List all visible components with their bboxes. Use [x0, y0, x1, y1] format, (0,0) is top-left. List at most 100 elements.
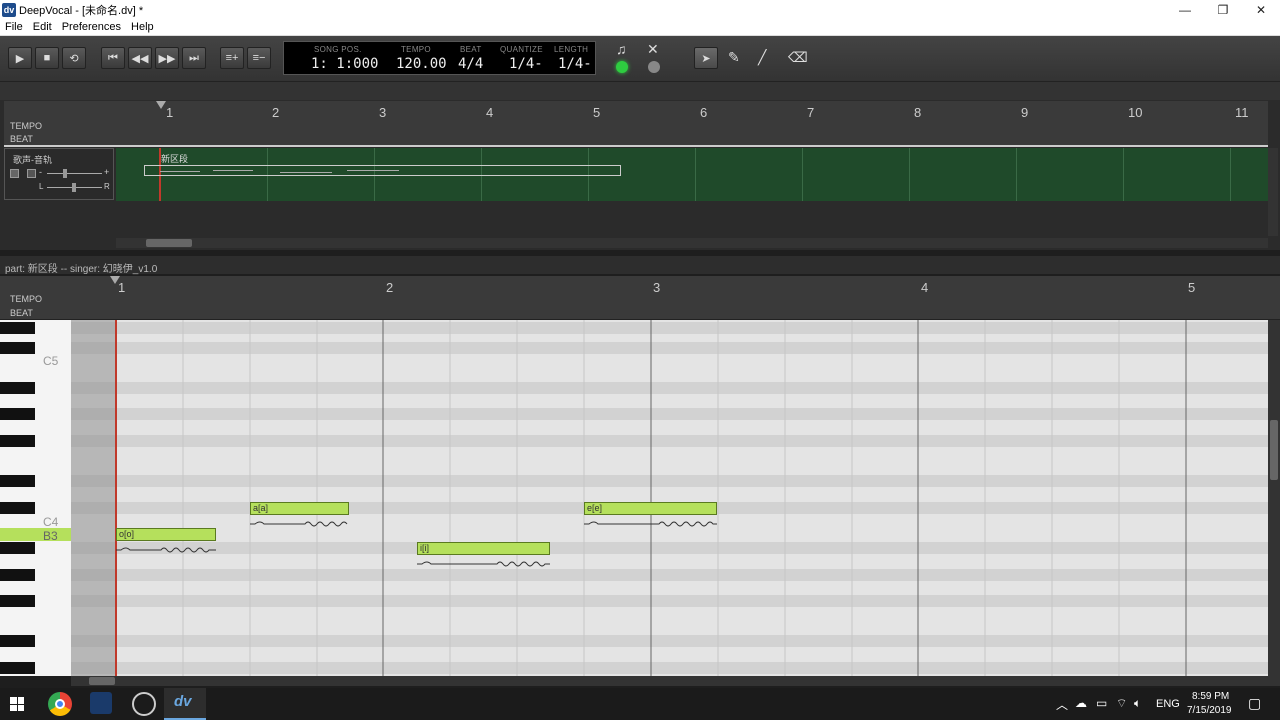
app-icon: dv: [2, 2, 16, 17]
pan-thumb[interactable]: [72, 183, 76, 192]
pr-vscroll-thumb[interactable]: [1270, 420, 1278, 480]
metronome-note-icon[interactable]: ♫: [616, 41, 627, 57]
tempo-row-label: TEMPO: [10, 121, 43, 131]
song-pos-value[interactable]: 1: 1:000: [311, 56, 378, 72]
vibrato-curve-a[interactable]: [250, 518, 349, 528]
vibrato-curve-e[interactable]: [584, 518, 717, 528]
black-key[interactable]: [0, 342, 35, 354]
clock-date[interactable]: 7/15/2019: [1187, 705, 1232, 716]
arrange-hscroll[interactable]: [116, 238, 1268, 248]
track-header[interactable]: 歌声-音轨 - + L R: [4, 148, 114, 200]
chrome-icon[interactable]: [48, 692, 72, 716]
piano-roll-ruler[interactable]: TEMPO BEAT 1 2 3 4 5: [0, 276, 1280, 320]
solo-toggle[interactable]: [27, 169, 36, 178]
black-key[interactable]: [0, 502, 35, 514]
key-label-c4: C4: [43, 515, 59, 529]
black-key[interactable]: [0, 322, 35, 334]
notification-icon[interactable]: ▢: [1248, 695, 1261, 712]
black-key[interactable]: [0, 382, 35, 394]
wifi-icon[interactable]: ⌔: [1116, 696, 1127, 711]
track-name[interactable]: 歌声-音轨: [13, 153, 52, 166]
part-note-preview: [347, 170, 399, 171]
deepvocal-taskbar-button[interactable]: dv: [164, 688, 206, 720]
loop-button[interactable]: ⟲: [62, 47, 86, 69]
volume-thumb[interactable]: [63, 169, 67, 178]
onedrive-icon[interactable]: ☁: [1075, 696, 1087, 710]
snap-led-icon[interactable]: [648, 61, 660, 73]
select-tool-button[interactable]: ➤: [694, 47, 718, 69]
show-hidden-icons-icon[interactable]: ︿: [1056, 696, 1068, 713]
key-label-c5: C5: [43, 354, 59, 368]
app-launcher-icon[interactable]: [90, 692, 112, 714]
pr-hscroll-thumb[interactable]: [89, 677, 115, 685]
play-button[interactable]: ▶: [8, 47, 32, 69]
eraser-icon[interactable]: ⌫: [788, 49, 808, 66]
menu-preferences[interactable]: Preferences: [57, 21, 126, 33]
fast-forward-button[interactable]: ▶▶: [155, 47, 179, 69]
stop-button[interactable]: ■: [35, 47, 59, 69]
note-o[interactable]: o[o]: [116, 528, 216, 541]
piano-roll-hscroll[interactable]: [71, 676, 1280, 686]
arrange-header: [0, 82, 1280, 100]
rewind-icon: ◀◀: [131, 52, 149, 65]
black-key[interactable]: [0, 635, 35, 647]
volume-slider[interactable]: [47, 173, 102, 174]
add-track-button[interactable]: ≡+: [220, 47, 244, 69]
playhead-marker-icon[interactable]: [156, 101, 166, 109]
part-block[interactable]: [144, 165, 621, 176]
line-tool-icon[interactable]: ╱: [758, 49, 766, 66]
note-i[interactable]: i[i]: [417, 542, 550, 555]
arrange-ruler[interactable]: TEMPO BEAT 1 2 3 4 5 6 7 8 9 10 11: [4, 101, 1268, 147]
note-e[interactable]: e[e]: [584, 502, 717, 515]
pr-ruler-number: 4: [921, 280, 929, 295]
black-key[interactable]: [0, 475, 35, 487]
black-key[interactable]: [0, 595, 35, 607]
tempo-value[interactable]: 120.00: [396, 56, 447, 72]
language-indicator[interactable]: ENG: [1156, 698, 1180, 710]
menu-help[interactable]: Help: [126, 21, 159, 33]
remove-track-button[interactable]: ≡−: [247, 47, 271, 69]
black-key[interactable]: [0, 662, 35, 674]
battery-icon[interactable]: ▭: [1096, 696, 1107, 710]
pencil-icon[interactable]: ✎: [728, 49, 740, 66]
quantize-value[interactable]: 1/4-: [509, 56, 543, 72]
vibrato-curve-i[interactable]: [417, 558, 550, 568]
black-key[interactable]: [0, 435, 35, 447]
windows-start-icon[interactable]: [10, 697, 24, 711]
piano-roll-grid[interactable]: o[o] a[a] i[i] e[e]: [71, 320, 1268, 676]
ruler-number: 4: [486, 105, 494, 120]
piano-roll-vscroll[interactable]: [1268, 320, 1280, 676]
clock-time[interactable]: 8:59 PM: [1192, 691, 1229, 702]
ruler-number: 3: [379, 105, 387, 120]
key-label-b3: B3: [43, 529, 58, 543]
beat-value[interactable]: 4/4: [458, 56, 483, 72]
black-key[interactable]: [0, 542, 35, 554]
black-key[interactable]: [0, 408, 35, 420]
media-app-icon[interactable]: [132, 692, 156, 716]
volume-icon[interactable]: 🔈︎: [1134, 696, 1141, 711]
piano-keyboard[interactable]: C5 C4 B3: [0, 320, 71, 676]
quantize-label: QUANTIZE: [500, 45, 543, 54]
go-start-button[interactable]: ⏮: [101, 47, 125, 69]
arrange-vscroll[interactable]: [1268, 148, 1278, 236]
menu-file[interactable]: File: [0, 21, 28, 33]
pr-playhead-marker-icon[interactable]: [110, 276, 120, 284]
note-a[interactable]: a[a]: [250, 502, 349, 515]
mute-toggle[interactable]: [10, 169, 19, 178]
stop-icon: ■: [43, 52, 51, 64]
menu-bar: File Edit Preferences Help: [0, 19, 1280, 36]
part-label: 新区段: [161, 154, 189, 164]
menu-edit[interactable]: Edit: [28, 21, 57, 33]
arrange-scroll-thumb[interactable]: [146, 239, 192, 247]
minimize-button[interactable]: —: [1166, 0, 1204, 19]
go-end-button[interactable]: ⏭: [182, 47, 206, 69]
black-key[interactable]: [0, 569, 35, 581]
highlighted-key[interactable]: [0, 528, 71, 541]
close-button[interactable]: ✕: [1242, 0, 1280, 19]
maximize-button[interactable]: ❐: [1204, 0, 1242, 19]
vibrato-curve-o[interactable]: [116, 544, 216, 554]
length-value[interactable]: 1/4-: [558, 56, 592, 72]
rewind-button[interactable]: ◀◀: [128, 47, 152, 69]
metronome-led-icon[interactable]: [616, 61, 628, 73]
snap-tool-icon[interactable]: ✕: [647, 41, 659, 58]
